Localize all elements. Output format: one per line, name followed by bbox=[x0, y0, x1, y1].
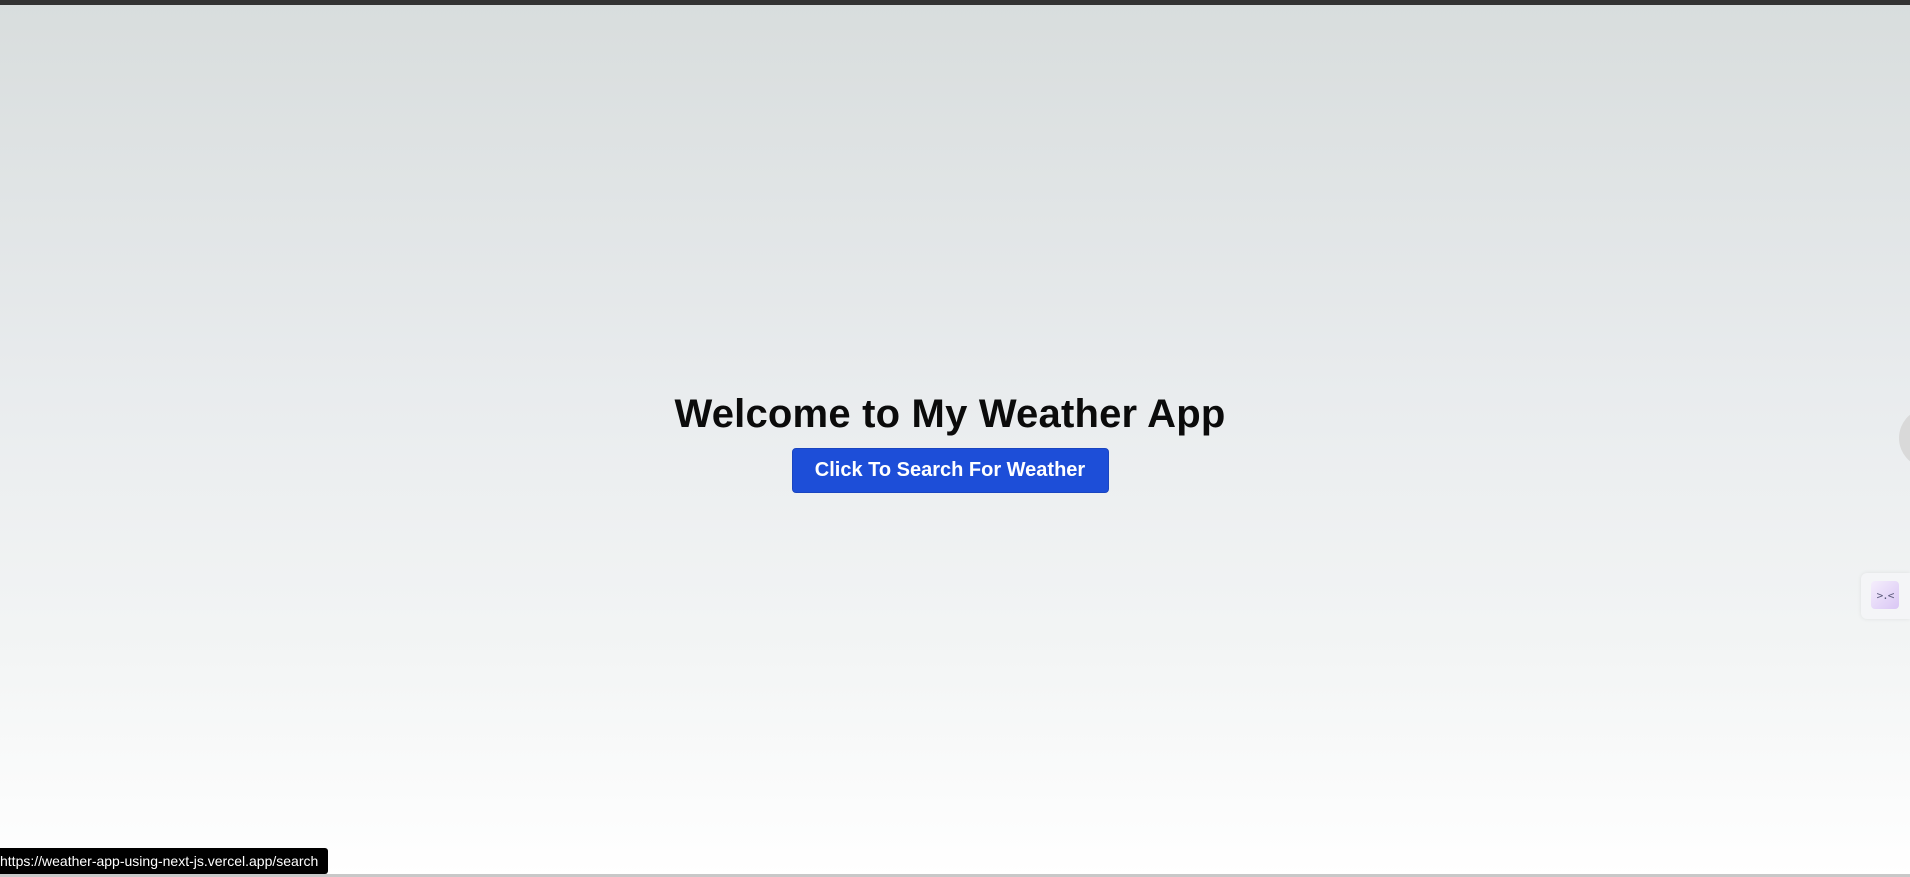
page: Welcome to My Weather App Click To Searc… bbox=[0, 0, 1910, 877]
top-bar bbox=[0, 0, 1910, 5]
hero-section: Welcome to My Weather App Click To Searc… bbox=[0, 388, 1900, 493]
status-bar-url: https://weather-app-using-next-js.vercel… bbox=[0, 848, 329, 874]
extension-face-icon: >.< bbox=[1871, 581, 1899, 609]
extension-widget[interactable]: >.< bbox=[1861, 573, 1910, 619]
side-scroll-handle[interactable] bbox=[1899, 408, 1910, 468]
page-title: Welcome to My Weather App bbox=[674, 392, 1226, 436]
search-weather-button[interactable]: Click To Search For Weather bbox=[791, 448, 1109, 493]
